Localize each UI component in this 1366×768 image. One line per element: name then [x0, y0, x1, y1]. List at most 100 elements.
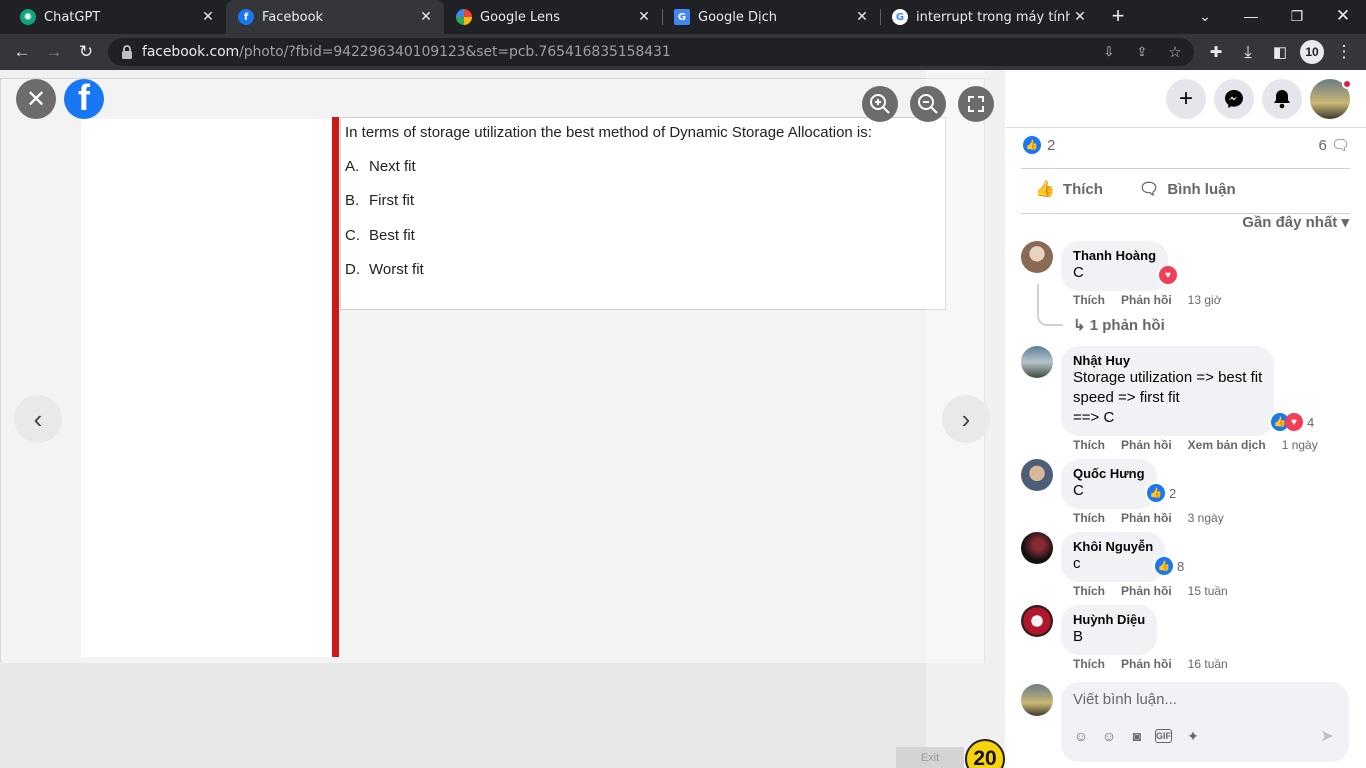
side-panel-icon[interactable]: ◧	[1268, 40, 1292, 64]
profile-avatar[interactable]: 10	[1300, 40, 1324, 64]
option-letter: D.	[345, 261, 360, 278]
option-text: Best fit	[369, 227, 415, 244]
comment-time[interactable]: 16 tuần	[1188, 657, 1228, 671]
comment-like-link[interactable]: Thích	[1073, 438, 1105, 452]
facebook-logo-icon[interactable]: f	[64, 79, 104, 119]
comment-like-link[interactable]: Thích	[1073, 293, 1105, 307]
reaction-summary[interactable]: 👍 2	[1023, 136, 1055, 154]
comment-time[interactable]: 13 giờ	[1188, 293, 1222, 307]
comment-icon: 🗨	[1139, 181, 1160, 198]
new-tab-icon[interactable]: +	[1096, 0, 1140, 32]
comment-count[interactable]: 6 🗨	[1318, 136, 1350, 154]
photo-left-pane	[81, 119, 333, 657]
address-bar[interactable]: facebook.com/photo/?fbid=942296340109123…	[108, 38, 1194, 66]
messenger-button[interactable]	[1214, 79, 1254, 119]
comment-like-link[interactable]: Thích	[1073, 511, 1105, 525]
close-viewer-button[interactable]: ✕	[16, 79, 56, 119]
reaction-badge[interactable]: ♥	[1157, 265, 1179, 285]
send-icon[interactable]: ➤	[1317, 726, 1337, 746]
commenter-name[interactable]: Thanh Hoàng	[1073, 248, 1156, 263]
create-button[interactable]: +	[1166, 79, 1206, 119]
reaction-count: 2	[1169, 485, 1177, 501]
view-replies-link[interactable]: ↳ 1 phản hồi	[1073, 316, 1165, 334]
commenter-name[interactable]: Quốc Hưng	[1073, 466, 1145, 481]
commenter-avatar[interactable]	[1021, 459, 1053, 491]
sticker-avatar-icon[interactable]: ☺	[1071, 726, 1091, 746]
commenter-name[interactable]: Khôi Nguyễn	[1073, 539, 1153, 554]
tab-search-icon[interactable]: ⌄	[1182, 0, 1228, 32]
comment-time[interactable]: 15 tuần	[1188, 584, 1228, 598]
comment-reply-link[interactable]: Phản hồi	[1121, 293, 1172, 307]
close-tab-icon[interactable]: ✕	[416, 9, 436, 25]
tab-google-translate[interactable]: G Google Dịch ✕	[662, 0, 880, 34]
download-icon[interactable]: ⤓	[1236, 40, 1260, 64]
notifications-button[interactable]	[1262, 79, 1302, 119]
comment-like-link[interactable]: Thích	[1073, 584, 1105, 598]
like-button[interactable]: 👍 Thích	[1035, 179, 1103, 199]
close-tab-icon[interactable]: ✕	[1070, 9, 1090, 25]
tab-chatgpt[interactable]: ✺ ChatGPT ✕	[0, 0, 226, 34]
comment-reply-link[interactable]: Phản hồi	[1121, 657, 1172, 671]
comment-meta: Thích Phản hồi 15 tuần	[1073, 584, 1228, 598]
sort-dropdown[interactable]: Gần đây nhất ▾	[1242, 213, 1349, 231]
commenter-name[interactable]: Nhật Huy	[1073, 353, 1262, 368]
browser-toolbar: ← → ↻ facebook.com/photo/?fbid=942296340…	[0, 34, 1366, 70]
commenter-avatar[interactable]	[1021, 532, 1053, 564]
comment-like-link[interactable]: Thích	[1073, 657, 1105, 671]
comment-reply-link[interactable]: Phản hồi	[1121, 584, 1172, 598]
restore-icon[interactable]: ❐	[1274, 0, 1320, 32]
zoom-out-icon	[918, 94, 938, 114]
commenter-avatar[interactable]	[1021, 605, 1053, 637]
comment-label: Bình luận	[1167, 180, 1236, 198]
gif-icon[interactable]: GIF	[1155, 729, 1172, 743]
commenter-avatar[interactable]	[1021, 241, 1053, 273]
option-letter: C.	[345, 227, 360, 244]
emoji-icon[interactable]: ☺	[1099, 726, 1119, 746]
tab-title: Facebook	[262, 9, 324, 25]
reaction-badge[interactable]: 👍 ♥ 4	[1269, 412, 1317, 432]
minimize-icon[interactable]: —	[1228, 0, 1274, 32]
notification-dot	[1342, 79, 1352, 89]
forward-icon[interactable]: →	[42, 40, 66, 64]
zoom-in-button[interactable]	[862, 86, 898, 122]
fullscreen-button[interactable]	[958, 86, 994, 122]
thumbs-up-icon: 👍	[1035, 181, 1055, 198]
reaction-badge[interactable]: 👍 8	[1153, 556, 1187, 576]
next-photo-button[interactable]: ›	[942, 395, 990, 443]
back-icon[interactable]: ←	[10, 40, 34, 64]
see-translation-link[interactable]: Xem bản dịch	[1188, 438, 1266, 452]
previous-photo-button[interactable]: ‹	[14, 395, 62, 443]
reaction-badge[interactable]: 👍 2	[1145, 483, 1179, 503]
reload-icon[interactable]: ↻	[74, 40, 98, 64]
commenter-avatar[interactable]	[1021, 346, 1053, 378]
caret-down-icon: ▾	[1341, 214, 1349, 231]
tab-google-search[interactable]: G interrupt trong máy tính la gì ✕	[880, 0, 1098, 34]
comment-button[interactable]: 🗨 Bình luận	[1139, 179, 1236, 199]
zoom-out-button[interactable]	[910, 86, 946, 122]
option-letter: B.	[345, 192, 360, 209]
comment-time[interactable]: 1 ngày	[1282, 438, 1318, 452]
tab-facebook[interactable]: f Facebook ✕	[226, 0, 444, 34]
close-tab-icon[interactable]: ✕	[852, 9, 872, 25]
bookmark-star-icon[interactable]: ☆	[1165, 42, 1185, 62]
comment-reply-link[interactable]: Phản hồi	[1121, 438, 1172, 452]
menu-kebab-icon[interactable]: ⋮	[1332, 40, 1356, 64]
account-avatar[interactable]	[1310, 79, 1352, 119]
google-translate-icon: G	[674, 9, 690, 25]
close-window-icon[interactable]: ✕	[1320, 0, 1366, 32]
comment-time[interactable]: 3 ngày	[1188, 511, 1224, 525]
camera-icon[interactable]: ◙	[1127, 726, 1147, 746]
extensions-icon[interactable]: ✚	[1204, 40, 1228, 64]
share-icon[interactable]: ⇪	[1132, 42, 1152, 62]
close-tab-icon[interactable]: ✕	[198, 9, 218, 25]
close-tab-icon[interactable]: ✕	[634, 9, 654, 25]
commenter-name[interactable]: Huỳnh Diệu	[1073, 612, 1145, 627]
like-label: Thích	[1062, 180, 1103, 198]
tab-google-lens[interactable]: Google Lens ✕	[444, 0, 662, 34]
comment-input[interactable]: Viết bình luận... ☺ ☺ ◙ GIF ✦ ➤	[1061, 682, 1349, 762]
comment-bubble: Thanh Hoàng C	[1061, 241, 1169, 291]
install-app-icon[interactable]: ⇩	[1099, 42, 1119, 62]
comment-reply-link[interactable]: Phản hồi	[1121, 511, 1172, 525]
sticker-icon[interactable]: ✦	[1183, 726, 1203, 746]
my-avatar[interactable]	[1021, 684, 1053, 716]
